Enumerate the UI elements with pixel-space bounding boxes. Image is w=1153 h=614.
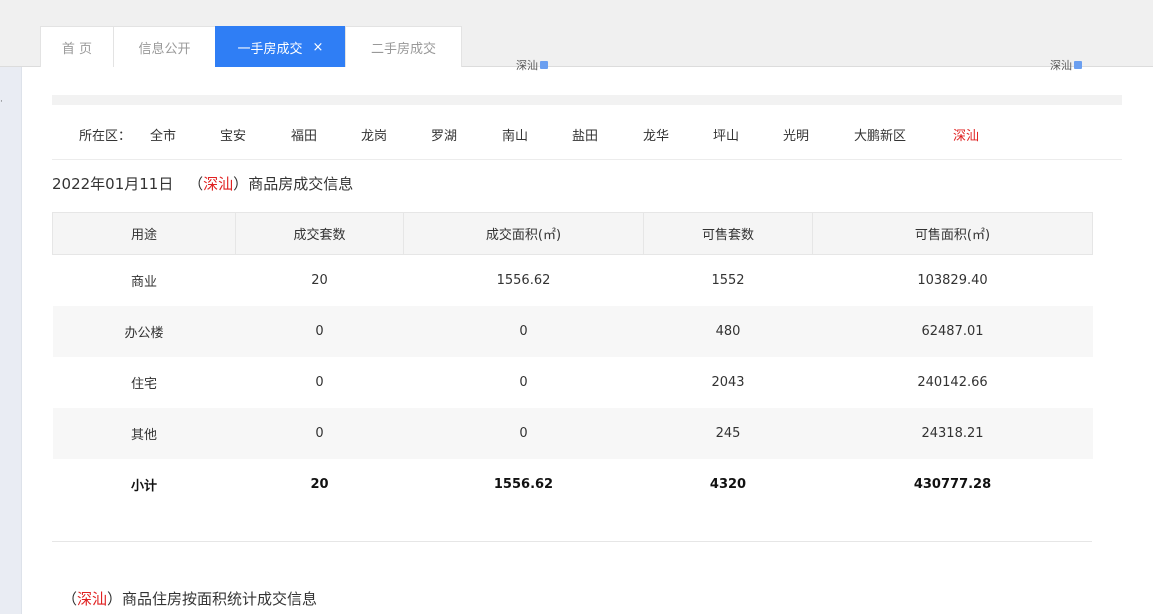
tab-second-hand-deals-label: 二手房成交 (370, 41, 436, 57)
table-cell: 24318.21 (812, 408, 1093, 459)
table-cell: 其他 (52, 408, 236, 459)
column-header: 可售面积(㎡) (812, 212, 1093, 255)
cut-off-text: 深汕 (1050, 59, 1072, 71)
table-cell: 245 (643, 408, 813, 459)
column-header: 成交套数 (235, 212, 404, 255)
tab-new-house-deals[interactable]: 一手房成交 × (215, 26, 346, 67)
table-cell: 0 (315, 375, 324, 390)
tab-home[interactable]: 首 页 (40, 26, 114, 67)
table-cell: 0 (403, 408, 644, 459)
table-row: 住宅 0 0 2043 240142.66 (53, 357, 1093, 408)
section-district: 深汕 (203, 175, 234, 193)
legend-square-icon (540, 61, 548, 69)
district-item-all[interactable]: 全市 (150, 125, 176, 144)
table-cell: 4320 (709, 477, 747, 492)
cut-off-label-right: 深汕 (1050, 59, 1082, 71)
column-header: 成交面积(㎡) (403, 212, 644, 255)
table-row: 办公楼 0 0 480 62487.01 (52, 306, 1093, 357)
table-cell: 0 (235, 306, 404, 357)
district-filter-label: 所在区： (79, 129, 132, 144)
table-cell: 103829.40 (917, 273, 988, 288)
section-title-area-stats: （深汕）商品住房按面积统计成交信息 (62, 588, 317, 609)
table-row: 商业 20 1556.62 1552 103829.40 (53, 255, 1093, 307)
column-header: 用途 (52, 212, 236, 255)
section-suffix: 商品房成交信息 (248, 175, 354, 193)
district-item-longhua[interactable]: 龙华 (643, 125, 669, 144)
gray-band (52, 95, 1122, 105)
district-item-yantian[interactable]: 盐田 (572, 125, 598, 144)
close-icon[interactable]: × (313, 40, 324, 55)
table-cell: 小计 (130, 479, 157, 494)
section-divider (52, 541, 1092, 542)
tab-info-public-label: 信息公开 (138, 41, 191, 57)
table-cell: 0 (235, 408, 404, 459)
paren-open: （ (188, 175, 204, 193)
section-suffix: 商品住房按面积统计成交信息 (122, 590, 318, 608)
paren-close: ） (107, 590, 123, 608)
cut-off-label-left: 深汕 (516, 59, 548, 71)
district-item-baoan[interactable]: 宝安 (220, 125, 246, 144)
section-district: 深汕 (77, 590, 108, 608)
table-cell: 1556.62 (496, 273, 551, 288)
section-date: 2022年01月11日 (52, 175, 174, 193)
section-title-deals: 2022年01月11日 （深汕）商品房成交信息 (52, 173, 353, 194)
district-item-longgang[interactable]: 龙岗 (361, 125, 387, 144)
table-header-row: 用途 成交套数 成交面积(㎡) 可售套数 可售面积(㎡) (52, 212, 1093, 255)
table-cell: 240142.66 (917, 375, 988, 390)
table-cell: 2043 (711, 375, 745, 390)
tab-home-label: 首 页 (61, 41, 93, 57)
district-item-pingshan[interactable]: 坪山 (713, 125, 739, 144)
legend-square-icon (1074, 61, 1082, 69)
tab-new-house-deals-label: 一手房成交 (237, 41, 303, 57)
paren-close: ） (233, 175, 249, 193)
district-item-futian[interactable]: 福田 (291, 125, 317, 144)
district-filter: 所在区： 全市 宝安 福田 龙岗 罗湖 南山 盐田 龙华 坪山 光明 大鹏新区 … (52, 112, 1122, 160)
tab-info-public[interactable]: 信息公开 (113, 26, 216, 67)
table-cell: 430777.28 (913, 477, 992, 492)
table-cell: 20 (311, 273, 328, 288)
table-cell: 商业 (130, 275, 157, 290)
district-item-dapeng[interactable]: 大鹏新区 (854, 125, 906, 144)
column-header: 可售套数 (643, 212, 813, 255)
tab-second-hand-deals[interactable]: 二手房成交 (345, 26, 462, 67)
table-cell: 0 (403, 306, 644, 357)
table-total-row: 小计 20 1556.62 4320 430777.28 (53, 459, 1093, 510)
rail-mark: · (0, 97, 3, 107)
table-cell: 1552 (711, 273, 745, 288)
table-cell: 住宅 (130, 377, 157, 392)
table-cell: 480 (643, 306, 813, 357)
cut-off-text: 深汕 (516, 59, 538, 71)
district-item-shenshan[interactable]: 深汕 (953, 125, 979, 144)
page-tabs: 首 页 信息公开 一手房成交 × 二手房成交 (40, 26, 462, 67)
paren-open: （ (62, 590, 78, 608)
table-cell: 0 (519, 375, 528, 390)
deal-stats-table: 用途 成交套数 成交面积(㎡) 可售套数 可售面积(㎡) 商业 20 1556.… (52, 212, 1093, 510)
table-cell: 20 (310, 477, 329, 492)
left-sidebar-rail: · (0, 67, 22, 614)
table-cell: 办公楼 (52, 306, 236, 357)
district-item-guangming[interactable]: 光明 (783, 125, 809, 144)
district-item-luohu[interactable]: 罗湖 (431, 125, 457, 144)
table-cell: 1556.62 (493, 477, 554, 492)
table-row: 其他 0 0 245 24318.21 (52, 408, 1093, 459)
table-cell: 62487.01 (812, 306, 1093, 357)
district-item-nanshan[interactable]: 南山 (502, 125, 528, 144)
